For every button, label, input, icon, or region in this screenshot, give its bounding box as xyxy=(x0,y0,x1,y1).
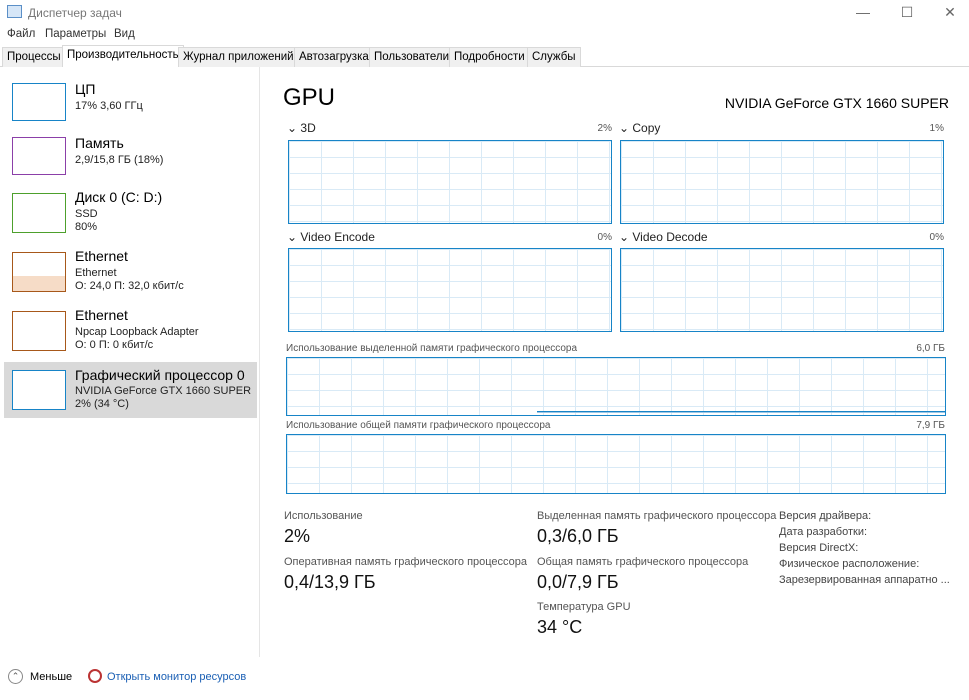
graph-video-decode xyxy=(620,248,944,332)
sidebar-item-gpu[interactable]: Графический процессор 0 NVIDIA GeForce G… xyxy=(4,362,257,418)
directx-version-label: Версия DirectX: xyxy=(779,542,859,554)
item-name: Ethernet xyxy=(75,248,128,264)
tab-details[interactable]: Подробности xyxy=(449,47,530,67)
graph-dedicated-memory xyxy=(286,357,946,416)
tab-performance[interactable]: Производительность xyxy=(62,45,184,67)
dedicated-memory-line xyxy=(537,411,945,413)
shared-value: 0,0/7,9 ГБ xyxy=(537,572,619,592)
driver-version-label: Версия драйвера: xyxy=(779,510,872,522)
item-detail: 17% 3,60 ГГц xyxy=(75,100,143,112)
item-detail: 80% xyxy=(75,221,98,233)
tab-processes[interactable]: Процессы xyxy=(2,47,66,67)
gpu-thumbnail-graph xyxy=(12,370,66,410)
item-detail: SSD xyxy=(75,208,98,220)
physical-location-label: Физическое расположение: xyxy=(779,558,920,570)
temperature-value: 34 °C xyxy=(537,617,583,637)
shared-memory-max: 7,9 ГБ xyxy=(916,420,945,431)
graph-shared-memory xyxy=(286,434,946,494)
item-name: ЦП xyxy=(75,81,96,97)
dedicated-memory-max: 6,0 ГБ xyxy=(916,343,945,354)
engine-label: Copy xyxy=(632,121,661,135)
dedicated-label: Выделенная память графического процессор… xyxy=(537,510,777,522)
usage-label: Использование xyxy=(284,510,363,522)
sidebar-item-ethernet-1[interactable]: Ethernet Ethernet О: 24,0 П: 32,0 кбит/с xyxy=(4,246,257,302)
menu-options[interactable]: Параметры xyxy=(45,28,106,40)
engine-selector-video-decode[interactable]: ⌄ Video Decode xyxy=(619,230,708,244)
item-detail: NVIDIA GeForce GTX 1660 SUPER xyxy=(75,385,252,397)
engine-value: 0% xyxy=(929,232,944,243)
gpu-ram-value: 0,4/13,9 ГБ xyxy=(284,572,376,592)
engine-selector-3d[interactable]: ⌄ 3D xyxy=(287,121,316,135)
tab-startup[interactable]: Автозагрузка xyxy=(294,47,374,67)
maximize-button[interactable]: ☐ xyxy=(892,2,922,22)
driver-date-label: Дата разработки: xyxy=(779,526,868,538)
usage-value: 2% xyxy=(284,526,311,546)
device-name: NVIDIA GeForce GTX 1660 SUPER xyxy=(724,95,949,111)
dedicated-memory-label: Использование выделенной памяти графичес… xyxy=(286,343,578,354)
item-name: Ethernet xyxy=(75,307,128,323)
memory-thumbnail-graph xyxy=(12,137,66,175)
tab-bar: Процессы Производительность Журнал прило… xyxy=(0,45,969,67)
minimize-button[interactable]: — xyxy=(848,2,878,22)
item-detail: 2,9/15,8 ГБ (18%) xyxy=(75,154,164,166)
graph-copy xyxy=(620,140,944,224)
engine-label: Video Encode xyxy=(300,230,375,244)
ethernet-thumbnail-graph xyxy=(12,311,66,351)
engine-label: 3D xyxy=(300,121,316,135)
item-detail: Npcap Loopback Adapter xyxy=(75,326,199,338)
tab-users[interactable]: Пользователи xyxy=(369,47,455,67)
open-resource-monitor-link[interactable]: Открыть монитор ресурсов xyxy=(107,671,246,683)
sidebar-item-ethernet-2[interactable]: Ethernet Npcap Loopback Adapter О: 0 П: … xyxy=(4,305,257,361)
engine-selector-video-encode[interactable]: ⌄ Video Encode xyxy=(287,230,375,244)
engine-value: 2% xyxy=(597,123,612,134)
dedicated-value: 0,3/6,0 ГБ xyxy=(537,526,619,546)
menu-file[interactable]: Файл xyxy=(7,28,35,40)
tab-app-history[interactable]: Журнал приложений xyxy=(178,47,299,67)
title-bar: Диспетчер задач — ☐ ✕ xyxy=(0,0,969,25)
item-name: Графический процессор 0 xyxy=(75,367,245,383)
page-title: GPU xyxy=(283,84,336,111)
disk-thumbnail-graph xyxy=(12,193,66,233)
item-name: Диск 0 (C: D:) xyxy=(75,189,163,205)
item-detail: 2% (34 °C) xyxy=(75,398,129,410)
temperature-label: Температура GPU xyxy=(537,601,631,613)
graph-video-encode xyxy=(288,248,612,332)
engine-value: 0% xyxy=(597,232,612,243)
engine-label: Video Decode xyxy=(632,230,708,244)
tab-services[interactable]: Службы xyxy=(527,47,581,67)
sidebar-item-cpu[interactable]: ЦП 17% 3,60 ГГц xyxy=(4,79,257,135)
ethernet-thumbnail-graph xyxy=(12,252,66,292)
chevron-up-icon[interactable]: ⌃ xyxy=(8,669,23,684)
gpu-ram-label: Оперативная память графического процессо… xyxy=(284,556,528,568)
sidebar-item-disk[interactable]: Диск 0 (C: D:) SSD 80% xyxy=(4,187,257,243)
shared-memory-label: Использование общей памяти графического … xyxy=(286,420,551,431)
sidebar-item-memory[interactable]: Память 2,9/15,8 ГБ (18%) xyxy=(4,133,257,189)
reserved-memory-label: Зарезервированная аппаратно ... xyxy=(779,574,950,586)
item-detail: Ethernet xyxy=(75,267,117,279)
item-detail: О: 24,0 П: 32,0 кбит/с xyxy=(75,280,184,292)
task-manager-icon xyxy=(7,5,22,18)
engine-selector-copy[interactable]: ⌄ Copy xyxy=(619,121,660,135)
resource-monitor-icon xyxy=(88,669,102,683)
item-name: Память xyxy=(75,135,124,151)
close-button[interactable]: ✕ xyxy=(935,2,965,22)
item-detail: О: 0 П: 0 кбит/с xyxy=(75,339,154,351)
resource-sidebar: ЦП 17% 3,60 ГГц Память 2,9/15,8 ГБ (18%)… xyxy=(0,67,260,657)
graph-3d xyxy=(288,140,612,224)
fewer-details-button[interactable]: Меньше xyxy=(30,671,72,683)
window-title: Диспетчер задач xyxy=(28,6,122,20)
shared-label: Общая память графического процессора xyxy=(537,556,749,568)
cpu-thumbnail-graph xyxy=(12,83,66,121)
engine-value: 1% xyxy=(929,123,944,134)
menu-view[interactable]: Вид xyxy=(114,28,135,40)
footer: ⌃ Меньше Открыть монитор ресурсов xyxy=(0,657,969,700)
